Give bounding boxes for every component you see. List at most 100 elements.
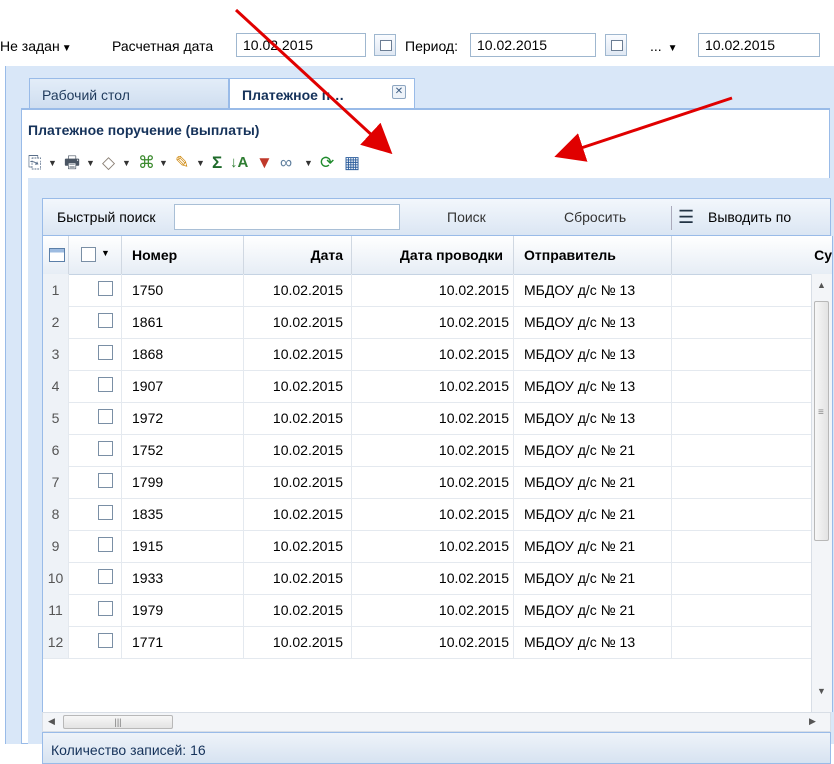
row-checkbox-cell[interactable]	[69, 338, 122, 370]
copy-icon[interactable]: ⎘	[28, 154, 42, 172]
cell-posting-date: 10.02.2015	[352, 626, 514, 658]
period-mode-selector[interactable]: ... ▼	[650, 38, 681, 54]
output-icon[interactable]: ☰	[678, 207, 694, 228]
status-selector[interactable]: Не задан ▼	[0, 38, 76, 54]
table-row[interactable]: 1 1750 10.02.2015 10.02.2015 МБДОУ д/с № 13	[43, 274, 832, 307]
dropdown-arrow-icon[interactable]: ▼	[48, 158, 57, 168]
row-checkbox[interactable]	[98, 537, 113, 552]
row-checkbox-cell[interactable]	[69, 306, 122, 338]
tab-payment-order[interactable]: Платежное п… ✕	[229, 78, 415, 108]
row-checkbox[interactable]	[98, 409, 113, 424]
column-header-number[interactable]: Номер	[122, 236, 244, 274]
table-row[interactable]: 6 1752 10.02.2015 10.02.2015 МБДОУ д/с № 21	[43, 434, 832, 467]
horizontal-scrollbar[interactable]: ◀ ||| ▶	[42, 712, 831, 732]
cell-number: 1799	[122, 466, 244, 498]
row-checkbox-cell[interactable]	[69, 562, 122, 594]
column-header-amount[interactable]: Су	[672, 236, 832, 274]
row-checkbox[interactable]	[98, 569, 113, 584]
row-checkbox-cell[interactable]	[69, 498, 122, 530]
row-number: 6	[43, 434, 69, 466]
row-checkbox[interactable]	[98, 281, 113, 296]
table-row[interactable]: 11 1979 10.02.2015 10.02.2015 МБДОУ д/с № 21	[43, 594, 832, 627]
select-all-cell[interactable]: ▼	[69, 236, 122, 274]
row-checkbox[interactable]	[98, 473, 113, 488]
paste-icon[interactable]: ⌘	[138, 154, 155, 172]
eraser-icon[interactable]: ◇	[102, 154, 115, 172]
table-row[interactable]: 5 1972 10.02.2015 10.02.2015 МБДОУ д/с № 13	[43, 402, 832, 435]
column-settings-cell[interactable]	[43, 236, 69, 274]
print-icon[interactable]: 🖶	[64, 154, 80, 172]
row-checkbox-cell[interactable]	[69, 370, 122, 402]
row-checkbox[interactable]	[98, 313, 113, 328]
refresh-icon[interactable]: ⟳	[320, 154, 334, 172]
row-checkbox[interactable]	[98, 377, 113, 392]
cell-sender: МБДОУ д/с № 13	[514, 306, 672, 338]
table-row[interactable]: 2 1861 10.02.2015 10.02.2015 МБДОУ д/с № 13	[43, 306, 832, 339]
scroll-thumb[interactable]: |||	[63, 715, 173, 729]
columns-icon[interactable]: ▦	[344, 154, 360, 172]
tab-desktop[interactable]: Рабочий стол	[29, 78, 229, 108]
table-row[interactable]: 7 1799 10.02.2015 10.02.2015 МБДОУ д/с № 21	[43, 466, 832, 499]
column-header-date[interactable]: Дата	[244, 236, 352, 274]
cell-date: 10.02.2015	[244, 530, 352, 562]
row-checkbox-cell[interactable]	[69, 466, 122, 498]
period-from-value: 10.02.2015	[477, 37, 548, 53]
table-row[interactable]: 4 1907 10.02.2015 10.02.2015 МБДОУ д/с № 13	[43, 370, 832, 403]
dropdown-arrow-icon[interactable]: ▼	[122, 158, 131, 168]
dropdown-arrow-icon[interactable]: ▼	[304, 158, 313, 168]
row-checkbox[interactable]	[98, 345, 113, 360]
quick-search-input[interactable]	[174, 204, 400, 230]
period-to-field[interactable]: 10.02.2015	[698, 33, 820, 57]
row-checkbox[interactable]	[98, 601, 113, 616]
row-checkbox-cell[interactable]	[69, 274, 122, 306]
table-row[interactable]: 12 1771 10.02.2015 10.02.2015 МБДОУ д/с № 13	[43, 626, 832, 659]
row-checkbox[interactable]	[98, 505, 113, 520]
close-icon[interactable]: ✕	[392, 85, 406, 99]
table-row[interactable]: 3 1868 10.02.2015 10.02.2015 МБДОУ д/с № 13	[43, 338, 832, 371]
dropdown-arrow-icon[interactable]: ▼	[159, 158, 168, 168]
calendar-icon[interactable]	[605, 34, 627, 56]
row-checkbox-cell[interactable]	[69, 402, 122, 434]
sort-icon[interactable]: ↓A	[230, 154, 248, 172]
scroll-right-icon[interactable]: ▶	[809, 716, 816, 727]
table-row[interactable]: 8 1835 10.02.2015 10.02.2015 МБДОУ д/с № 21	[43, 498, 832, 531]
sum-icon[interactable]: Σ	[212, 154, 222, 172]
column-header-sender[interactable]: Отправитель	[514, 236, 672, 274]
period-label: Период:	[405, 38, 458, 54]
cell-amount	[672, 434, 811, 466]
row-checkbox[interactable]	[98, 441, 113, 456]
dropdown-arrow-icon[interactable]: ▼	[196, 158, 205, 168]
filter-icon[interactable]: ▼	[256, 154, 273, 172]
column-header-posting-date[interactable]: Дата проводки	[352, 236, 514, 274]
scroll-thumb[interactable]: ≡	[814, 301, 829, 541]
select-all-checkbox[interactable]	[81, 247, 96, 262]
row-checkbox-cell[interactable]	[69, 434, 122, 466]
edit-icon[interactable]: ✎	[175, 154, 189, 172]
link-icon[interactable]: ∞	[280, 154, 292, 172]
row-checkbox-cell[interactable]	[69, 594, 122, 626]
table-row[interactable]: 9 1915 10.02.2015 10.02.2015 МБДОУ д/с № 21	[43, 530, 832, 563]
row-checkbox-cell[interactable]	[69, 626, 122, 658]
table-row[interactable]: 10 1933 10.02.2015 10.02.2015 МБДОУ д/с № 21	[43, 562, 832, 595]
grid-icon[interactable]	[49, 248, 65, 262]
output-button[interactable]: Выводить по	[708, 209, 791, 225]
reset-button[interactable]: Сбросить	[564, 209, 626, 225]
row-checkbox[interactable]	[98, 633, 113, 648]
row-checkbox-cell[interactable]	[69, 530, 122, 562]
scroll-down-icon[interactable]: ▼	[817, 686, 826, 696]
cell-posting-date: 10.02.2015	[352, 338, 514, 370]
scroll-up-icon[interactable]: ▲	[817, 280, 826, 290]
cell-sender: МБДОУ д/с № 21	[514, 434, 672, 466]
grip-icon: ≡	[818, 407, 824, 418]
calc-date-field[interactable]: 10.02.2015	[236, 33, 366, 57]
vertical-scrollbar[interactable]: ▲ ≡ ▼	[811, 274, 832, 712]
page-title: Платежное поручение (выплаты)	[28, 122, 260, 138]
scroll-left-icon[interactable]: ◀	[48, 716, 55, 727]
period-sep: ...	[650, 38, 662, 54]
dropdown-arrow-icon[interactable]: ▼	[86, 158, 95, 168]
dropdown-arrow-icon[interactable]: ▼	[101, 248, 110, 258]
calendar-icon[interactable]	[374, 34, 396, 56]
period-from-field[interactable]: 10.02.2015	[470, 33, 596, 57]
cell-number: 1771	[122, 626, 244, 658]
search-button[interactable]: Поиск	[447, 209, 486, 225]
